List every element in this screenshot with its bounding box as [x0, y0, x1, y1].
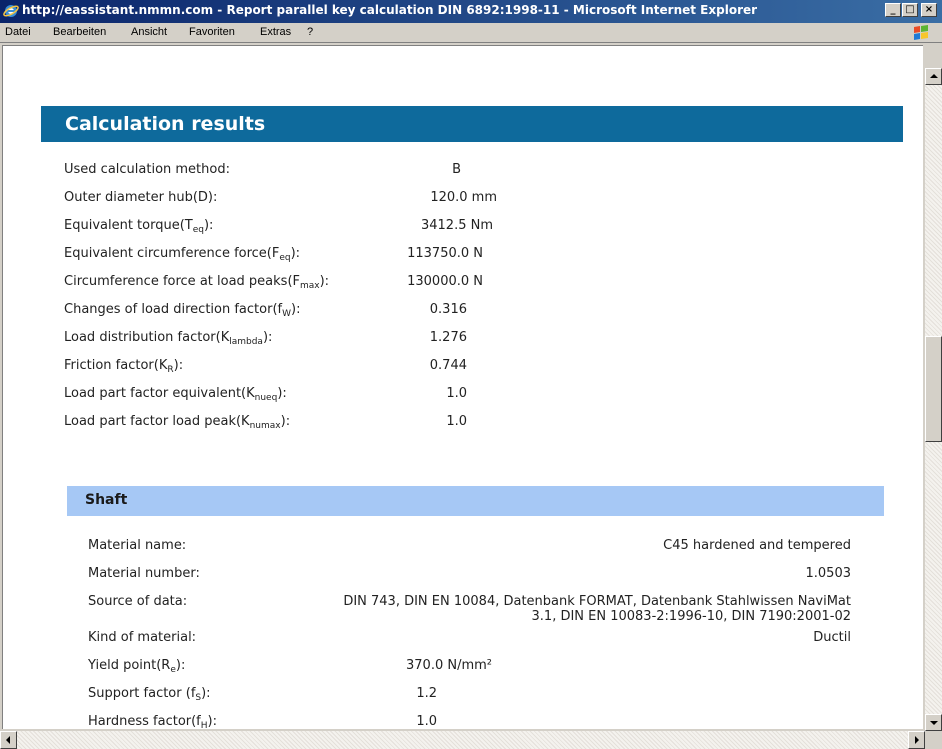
hardness-factor-label: Hardness factor(fH): [88, 714, 217, 729]
row-load-part-peak-value: 1.0 [446, 414, 467, 429]
support-factor-value: 1.2 [416, 686, 437, 701]
arrow-down-icon [930, 721, 938, 725]
menu-favoriten[interactable]: Favoriten [189, 26, 235, 38]
menu-ansicht[interactable]: Ansicht [131, 26, 167, 38]
arrow-up-icon [930, 74, 938, 78]
calculation-results-header: Calculation results [41, 106, 903, 142]
shaft-section-header: Shaft [67, 486, 884, 516]
yield-point-value: 370.0 N/mm² [406, 658, 492, 673]
menu-extras[interactable]: Extras [260, 26, 291, 38]
row-load-part-peak-label: Load part factor load peak(Knumax): [64, 414, 291, 431]
row-calc-method-value: B [452, 162, 461, 177]
maximize-button[interactable]: □ [902, 3, 918, 17]
shaft-section-title: Shaft [85, 492, 128, 508]
arrow-left-icon [6, 736, 10, 744]
material-number-label: Material number: [88, 566, 200, 581]
scroll-right-button[interactable] [908, 731, 925, 749]
row-load-part-equiv-value: 1.0 [446, 386, 467, 401]
row-circ-force-peaks-value: 130000.0 N [407, 274, 483, 289]
material-name-value: C45 hardened and tempered [663, 538, 851, 553]
material-name-label: Material name: [88, 538, 187, 553]
scroll-up-button[interactable] [925, 68, 942, 85]
row-calc-method-label: Used calculation method: [64, 162, 230, 177]
row-equivalent-torque-label: Equivalent torque(Teq): [64, 218, 214, 235]
material-number-value: 1.0503 [805, 566, 852, 581]
vertical-scrollbar[interactable] [925, 68, 942, 731]
row-load-part-equiv-label: Load part factor equivalent(Knueq): [64, 386, 287, 403]
arrow-right-icon [915, 736, 919, 744]
hardness-factor-value: 1.0 [416, 714, 437, 729]
row-friction-factor-value: 0.744 [429, 358, 467, 373]
row-load-direction-value: 0.316 [429, 302, 467, 317]
menu-datei[interactable]: Datei [5, 26, 31, 38]
row-equiv-circ-force-label: Equivalent circumference force(Feq): [64, 246, 301, 263]
menu-bearbeiten[interactable]: Bearbeiten [53, 26, 106, 38]
row-circ-force-peaks-label: Circumference force at load peaks(Fmax): [64, 274, 330, 291]
yield-point-label: Yield point(Re): [88, 658, 186, 675]
horizontal-scrollbar[interactable] [0, 731, 925, 749]
row-load-distribution-label: Load distribution factor(Klambda): [64, 330, 273, 347]
kind-of-material-value: Ductil [813, 630, 851, 645]
internet-explorer-icon [3, 5, 19, 17]
calculation-results-title: Calculation results [65, 113, 266, 135]
minimize-button[interactable]: _ [885, 3, 901, 17]
source-of-data-line1: DIN 743, DIN EN 10084, Datenbank FORMAT,… [343, 594, 851, 609]
page-content: Calculation results Used calculation met… [2, 45, 923, 729]
vertical-scroll-thumb[interactable] [925, 336, 942, 442]
row-friction-factor-label: Friction factor(KR): [64, 358, 184, 375]
menu-help[interactable]: ? [307, 26, 313, 38]
scroll-left-button[interactable] [0, 731, 17, 749]
window-title: http://eassistant.nmmn.com - Report para… [22, 3, 758, 17]
windows-logo-icon [914, 25, 928, 40]
window-title-bar[interactable]: http://eassistant.nmmn.com - Report para… [0, 0, 942, 23]
menu-bar: Datei Bearbeiten Ansicht Favoriten Extra… [0, 23, 942, 43]
row-equiv-circ-force-value: 113750.0 N [407, 246, 483, 261]
row-equivalent-torque-value: 3412.5 Nm [420, 218, 493, 233]
close-button[interactable]: × [921, 3, 937, 17]
row-load-direction-label: Changes of load direction factor(fW): [64, 302, 301, 319]
size-grip [925, 731, 942, 749]
support-factor-label: Support factor (fS): [88, 686, 211, 703]
source-of-data-label: Source of data: [88, 594, 188, 609]
row-outer-diameter-value: 120.0 mm [430, 190, 497, 205]
row-load-distribution-value: 1.276 [429, 330, 467, 345]
row-outer-diameter-label: Outer diameter hub(D): [64, 190, 218, 205]
scroll-down-button[interactable] [925, 714, 942, 731]
source-of-data-line2: 3.1, DIN EN 10083-2:1996-10, DIN 7190:20… [531, 609, 851, 624]
kind-of-material-label: Kind of material: [88, 630, 197, 645]
